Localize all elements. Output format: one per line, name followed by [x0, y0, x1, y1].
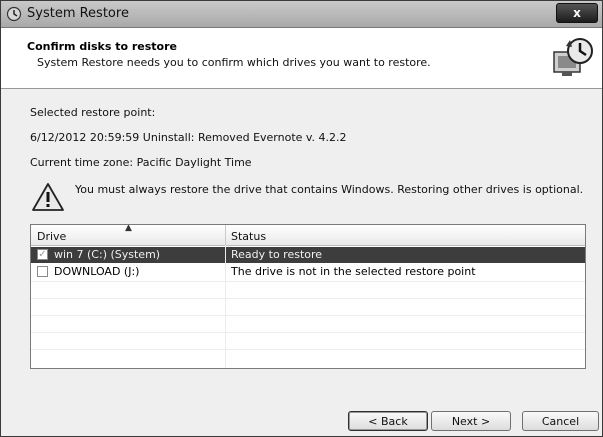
drive-checkbox-c[interactable]: ✓: [37, 249, 48, 260]
list-header: ▲ Drive Status: [31, 225, 585, 246]
column-header-status[interactable]: Status: [231, 230, 266, 243]
drive-name: DOWNLOAD (J:): [54, 265, 140, 278]
close-button[interactable]: x: [556, 3, 598, 23]
table-row-drive-c[interactable]: ✓ win 7 (C:) (System) Ready to restore: [31, 247, 585, 263]
cancel-button[interactable]: Cancel: [522, 411, 599, 431]
warning-message: You must always restore the drive that c…: [75, 183, 584, 196]
restore-point-label: Selected restore point:: [30, 106, 156, 119]
column-header-drive[interactable]: Drive: [37, 230, 66, 243]
drive-status: The drive is not in the selected restore…: [231, 265, 476, 278]
table-row-drive-j[interactable]: DOWNLOAD (J:) The drive is not in the se…: [31, 264, 585, 280]
drive-checkbox-j[interactable]: [37, 266, 48, 277]
restore-point-value: 6/12/2012 20:59:59 Uninstall: Removed Ev…: [30, 131, 347, 144]
back-button[interactable]: < Back: [348, 411, 428, 431]
drives-list[interactable]: ▲ Drive Status ✓ win 7 (C:) (System) Rea…: [30, 224, 586, 369]
drive-status: Ready to restore: [231, 248, 323, 261]
sort-ascending-icon: ▲: [125, 224, 132, 233]
restore-clock-icon: [548, 34, 596, 82]
timezone-label: Current time zone: Pacific Daylight Time: [30, 156, 252, 169]
warning-icon: [31, 182, 65, 212]
next-button[interactable]: Next >: [431, 411, 511, 431]
window-title: System Restore: [27, 6, 129, 21]
page-subtitle: System Restore needs you to confirm whic…: [37, 56, 431, 69]
system-restore-window: System Restore x Confirm disks to restor…: [0, 0, 603, 437]
title-bar: System Restore x: [1, 1, 602, 28]
drive-name: win 7 (C:) (System): [54, 248, 161, 261]
wizard-header: Confirm disks to restore System Restore …: [1, 28, 602, 89]
page-title: Confirm disks to restore: [27, 40, 177, 53]
system-restore-icon: [6, 6, 22, 22]
